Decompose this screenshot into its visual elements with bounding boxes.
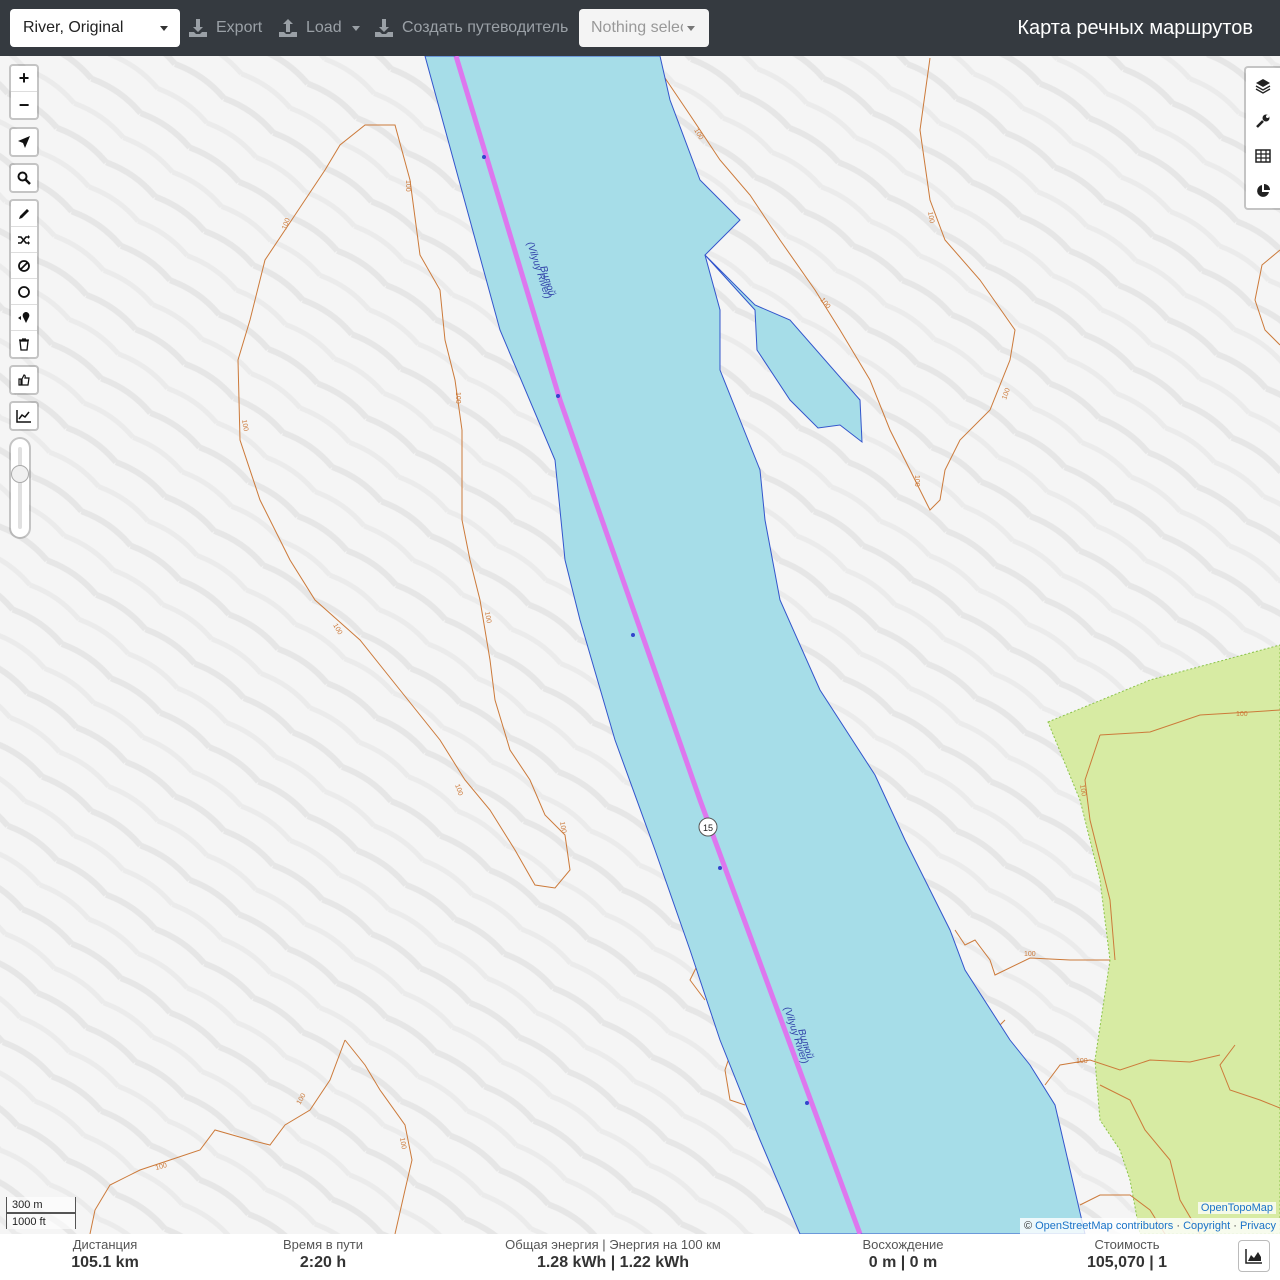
contour-label: 100	[1024, 951, 1036, 958]
draw-route-button[interactable]	[11, 201, 37, 227]
privacy-link[interactable]: Privacy	[1240, 1220, 1276, 1232]
load-button[interactable]: Load	[278, 9, 360, 47]
pie-chart-icon	[1257, 183, 1270, 197]
opacity-slider[interactable]	[9, 437, 31, 539]
route-marker-label: 15	[703, 823, 713, 833]
scale-bar: 300 m 1000 ft	[6, 1197, 76, 1229]
elevation-control	[9, 401, 39, 431]
stat-distance-value: 105.1 km	[71, 1254, 139, 1271]
slider-track	[18, 447, 22, 529]
analysis-button[interactable]	[1246, 173, 1280, 208]
chevron-down-icon	[351, 25, 360, 31]
stat-energy: Общая энергия | Энергия на 100 км 1.28 k…	[493, 1234, 733, 1272]
search-icon	[17, 171, 31, 185]
map-marker-icon	[18, 311, 30, 323]
layers-icon	[1255, 78, 1271, 94]
search-control	[9, 163, 39, 193]
zoom-control: + −	[9, 64, 39, 120]
layers-button[interactable]	[1246, 68, 1280, 103]
download-icon	[189, 19, 207, 37]
delete-route-button[interactable]	[11, 331, 37, 357]
scale-metric: 300 m	[6, 1197, 76, 1213]
stat-ascent-label: Восхождение	[862, 1237, 944, 1252]
stat-ascent-value: 0 m | 0 m	[868, 1254, 938, 1271]
map-canvas[interactable]: 15 Вилюй (Vilyuy River) Вилюй (Vilyuy Ri…	[0, 56, 1280, 1234]
stat-cost: Стоимость 105,070 | 1	[1057, 1234, 1197, 1272]
scale-imperial: 1000 ft	[6, 1213, 76, 1229]
osm-link[interactable]: OpenStreetMap contributors	[1035, 1220, 1173, 1232]
chevron-down-icon	[160, 26, 168, 31]
no-go-area-button[interactable]	[11, 253, 37, 279]
map-attribution: © OpenStreetMap contributors · Copyright…	[1019, 1218, 1280, 1234]
ban-icon	[18, 259, 30, 272]
right-toolbar	[1244, 66, 1280, 210]
route-select[interactable]: Nothing selected	[579, 9, 709, 47]
stat-distance-label: Дистанция	[72, 1237, 138, 1252]
stat-time: Время в пути 2:20 h	[253, 1234, 393, 1272]
contour-label: 100	[1076, 1058, 1088, 1065]
contour-label: 100	[913, 475, 920, 487]
chevron-down-icon	[687, 26, 695, 31]
settings-button[interactable]	[1246, 103, 1280, 138]
shuffle-icon	[18, 234, 30, 245]
contour-label: 100	[454, 392, 461, 404]
elevation-chart-button[interactable]	[1238, 1240, 1270, 1272]
stat-time-label: Время в пути	[283, 1237, 363, 1252]
location-arrow-icon	[18, 136, 30, 148]
profile-select[interactable]: River, Original	[10, 9, 180, 47]
reverse-route-button[interactable]	[11, 227, 37, 253]
circle-icon	[18, 285, 30, 298]
poi-button[interactable]	[11, 305, 37, 331]
circle-nogo-button[interactable]	[11, 279, 37, 305]
stat-ascent: Восхождение 0 m | 0 m	[833, 1234, 973, 1272]
upload-icon	[279, 19, 297, 37]
area-chart-icon	[1245, 1249, 1262, 1264]
slider-thumb[interactable]	[11, 465, 29, 483]
top-navbar: River, Original Export Load Создать путе…	[0, 0, 1280, 56]
trash-icon	[19, 338, 29, 351]
draw-toolbar	[9, 199, 39, 359]
elevation-profile-button[interactable]	[11, 403, 37, 429]
stat-cost-label: Стоимость	[1094, 1237, 1160, 1252]
map-layer: 15 Вилюй (Vilyuy River) Вилюй (Vilyuy Ri…	[0, 56, 1280, 1234]
zoom-out-button[interactable]: −	[11, 92, 37, 118]
download-icon	[375, 19, 393, 37]
contour-label: 100	[1236, 711, 1248, 718]
tile-attribution-link[interactable]: OpenTopoMap	[1197, 1202, 1276, 1214]
stat-energy-label: Общая энергия | Энергия на 100 км	[505, 1237, 721, 1252]
zoom-in-button[interactable]: +	[11, 66, 37, 92]
copyright-link[interactable]: Copyright	[1183, 1220, 1230, 1232]
route-stats-bar: Дистанция 105.1 km Время в пути 2:20 h О…	[0, 1234, 1280, 1280]
load-label: Load	[306, 19, 342, 36]
wrench-icon	[1256, 114, 1270, 128]
route-select-placeholder: Nothing selected	[591, 19, 683, 36]
thumb-control	[9, 365, 39, 395]
stat-energy-value: 1.28 kWh | 1.22 kWh	[536, 1254, 690, 1271]
table-icon	[1255, 148, 1271, 163]
stat-distance: Дистанция 105.1 km	[40, 1234, 170, 1272]
export-label: Export	[216, 19, 263, 36]
profile-select-value: River, Original	[23, 19, 124, 36]
create-guide-label: Создать путеводитель	[402, 19, 569, 36]
route-marker: 15	[698, 817, 718, 837]
line-chart-icon	[16, 410, 31, 423]
app-title: Карта речных маршрутов	[1017, 17, 1253, 39]
create-guide-button[interactable]: Создать путеводитель	[374, 9, 568, 47]
stat-time-value: 2:20 h	[299, 1254, 347, 1271]
pencil-icon	[19, 208, 29, 219]
export-button[interactable]: Export	[188, 9, 262, 47]
table-button[interactable]	[1246, 138, 1280, 173]
contour-label: 100	[404, 180, 411, 192]
locate-control	[9, 127, 39, 157]
stat-cost-value: 105,070 | 1	[1086, 1254, 1168, 1271]
locate-button[interactable]	[11, 129, 37, 155]
feedback-button[interactable]	[11, 367, 37, 393]
search-button[interactable]	[11, 165, 37, 191]
thumbs-up-icon	[18, 374, 30, 386]
